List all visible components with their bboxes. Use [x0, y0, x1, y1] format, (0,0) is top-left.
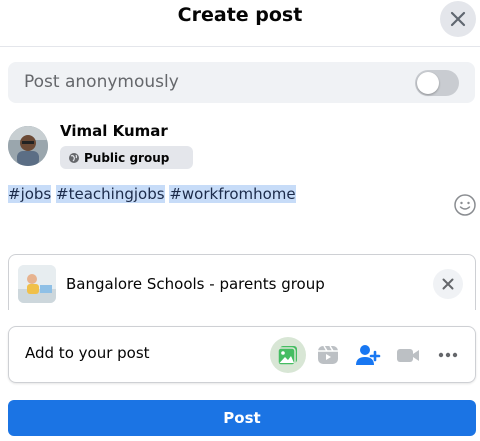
remove-group-button[interactable] [433, 269, 463, 299]
tag-people-icon [356, 345, 381, 365]
hashtag[interactable]: #workfromhome [169, 185, 296, 203]
avatar-photo [8, 126, 48, 166]
add-to-post-bar: Add to your post [8, 326, 476, 383]
close-button[interactable] [440, 1, 476, 37]
audience-label: Public group [84, 150, 170, 165]
anonymous-post-row[interactable]: Post anonymously [8, 62, 475, 103]
post-text-input[interactable]: #jobs #teachingjobs #workfromhome [8, 185, 296, 203]
emoji-icon[interactable] [453, 193, 477, 217]
reel-button[interactable] [310, 337, 346, 373]
user-name[interactable]: Vimal Kumar [60, 122, 168, 140]
reel-icon [318, 345, 338, 364]
anonymous-post-label: Post anonymously [24, 72, 179, 92]
globe-icon [69, 152, 79, 163]
avatar[interactable] [8, 126, 48, 166]
photo-video-icon [277, 346, 297, 366]
more-options-button[interactable] [430, 337, 466, 373]
tag-people-button[interactable] [350, 337, 386, 373]
post-button[interactable]: Post [8, 400, 476, 436]
close-icon [450, 11, 466, 27]
more-icon [438, 352, 458, 358]
dialog-title: Create post [177, 4, 303, 26]
hashtag[interactable]: #teachingjobs [56, 185, 165, 203]
hashtag[interactable]: #jobs [8, 185, 52, 203]
toggle-knob [417, 72, 439, 94]
group-thumbnail [18, 265, 56, 303]
dialog-header: Create post [0, 0, 480, 47]
group-name: Bangalore Schools - parents group [66, 275, 325, 293]
live-video-icon [397, 349, 419, 362]
group-attachment-card: Bangalore Schools - parents group [8, 254, 476, 310]
close-icon [442, 278, 454, 290]
live-video-button[interactable] [390, 337, 426, 373]
audience-badge: Public group [60, 146, 193, 169]
anonymous-toggle[interactable] [415, 70, 459, 96]
add-to-post-label: Add to your post [25, 344, 150, 362]
photo-video-button[interactable] [270, 337, 306, 373]
